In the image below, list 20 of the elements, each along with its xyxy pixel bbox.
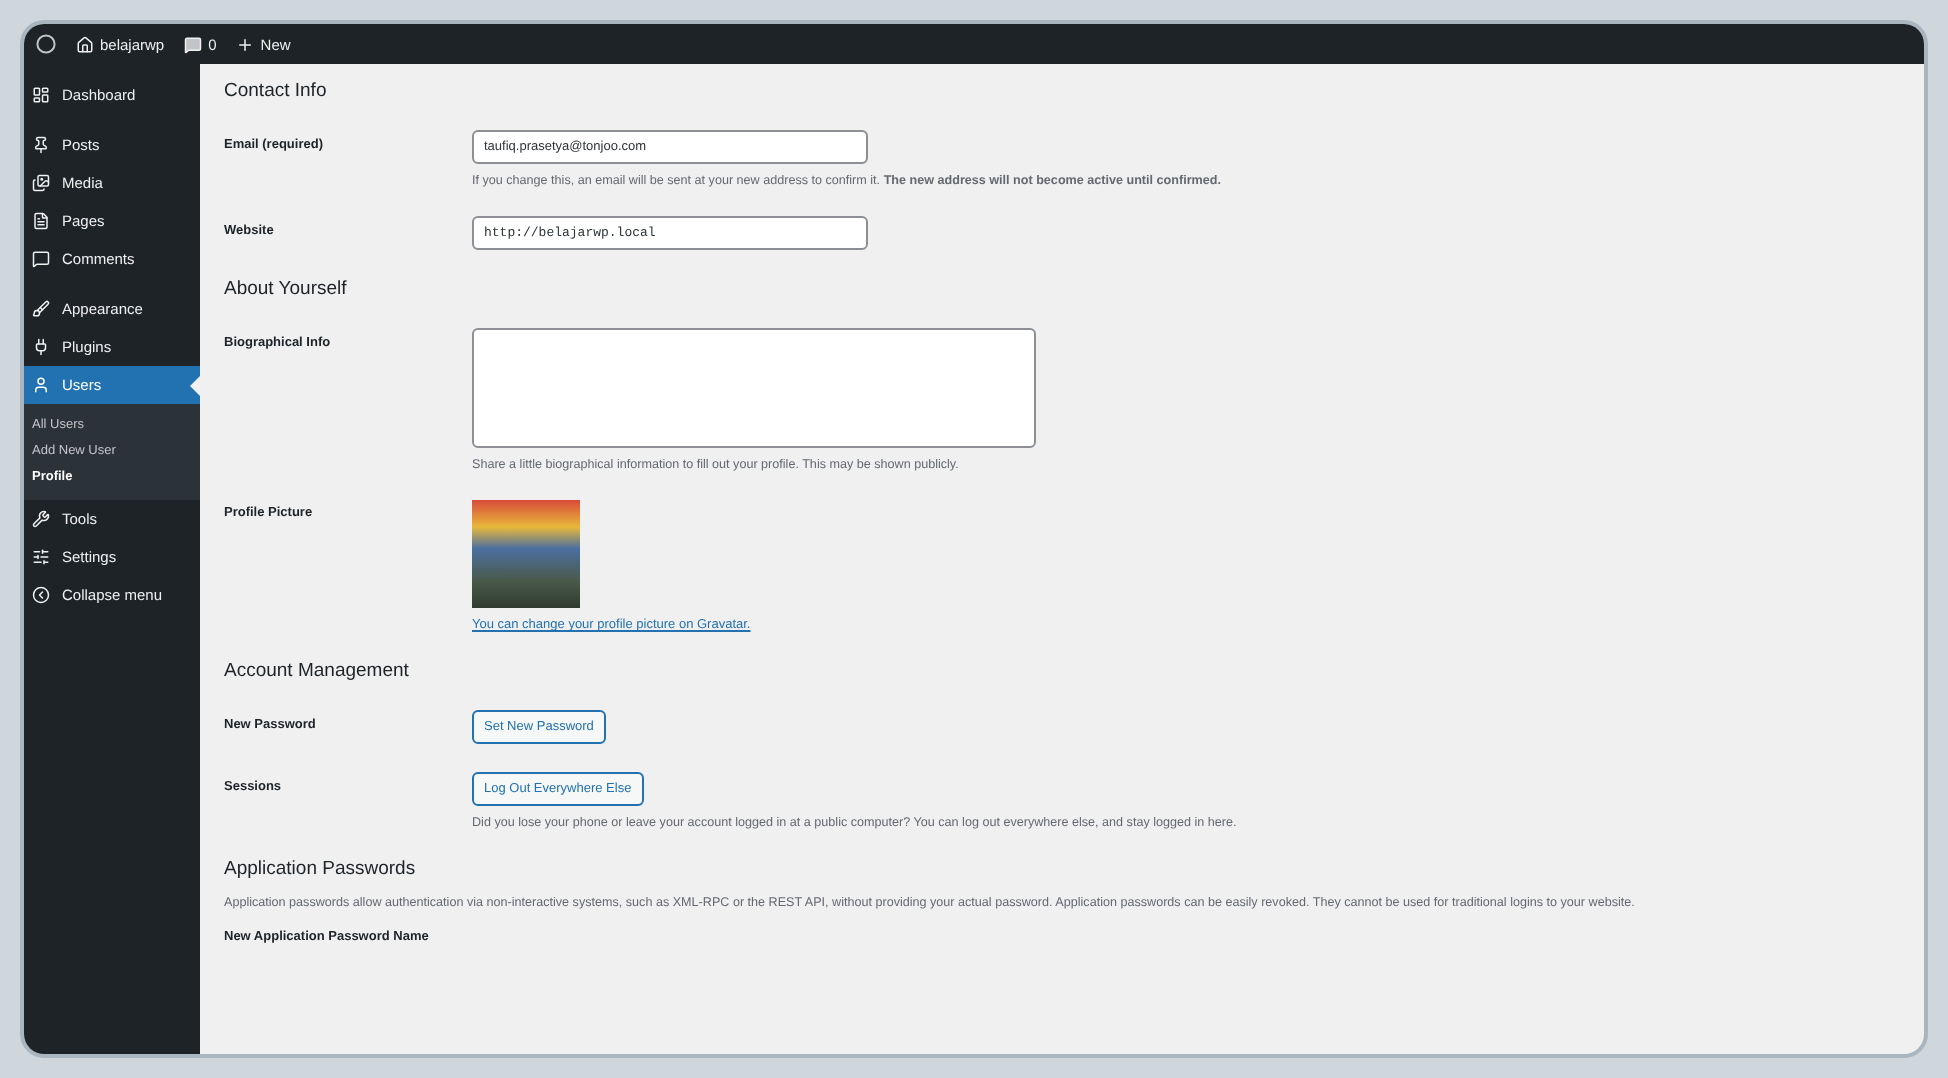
textarea-field[interactable] [472, 328, 1036, 448]
user-icon [32, 376, 50, 394]
speech-bubble-icon [32, 250, 50, 268]
wrench-icon [32, 510, 50, 528]
section-heading: About Yourself [224, 278, 349, 300]
brush-icon [32, 300, 50, 318]
section-heading: Contact Info [224, 80, 329, 102]
plug-icon [32, 338, 50, 356]
circle-arrow-icon [32, 586, 50, 604]
speech-bubble-icon [184, 35, 203, 53]
plus-icon [236, 35, 255, 53]
home-icon [76, 35, 94, 53]
images-icon [32, 174, 50, 192]
section-heading: Application Passwords [224, 858, 418, 880]
section-heading: Account Management [224, 660, 411, 682]
photo-placeholder [472, 500, 580, 608]
dashboard-icon [32, 86, 50, 104]
sliders-icon [32, 548, 50, 566]
pin-icon [32, 136, 50, 154]
page-icon [32, 212, 50, 230]
